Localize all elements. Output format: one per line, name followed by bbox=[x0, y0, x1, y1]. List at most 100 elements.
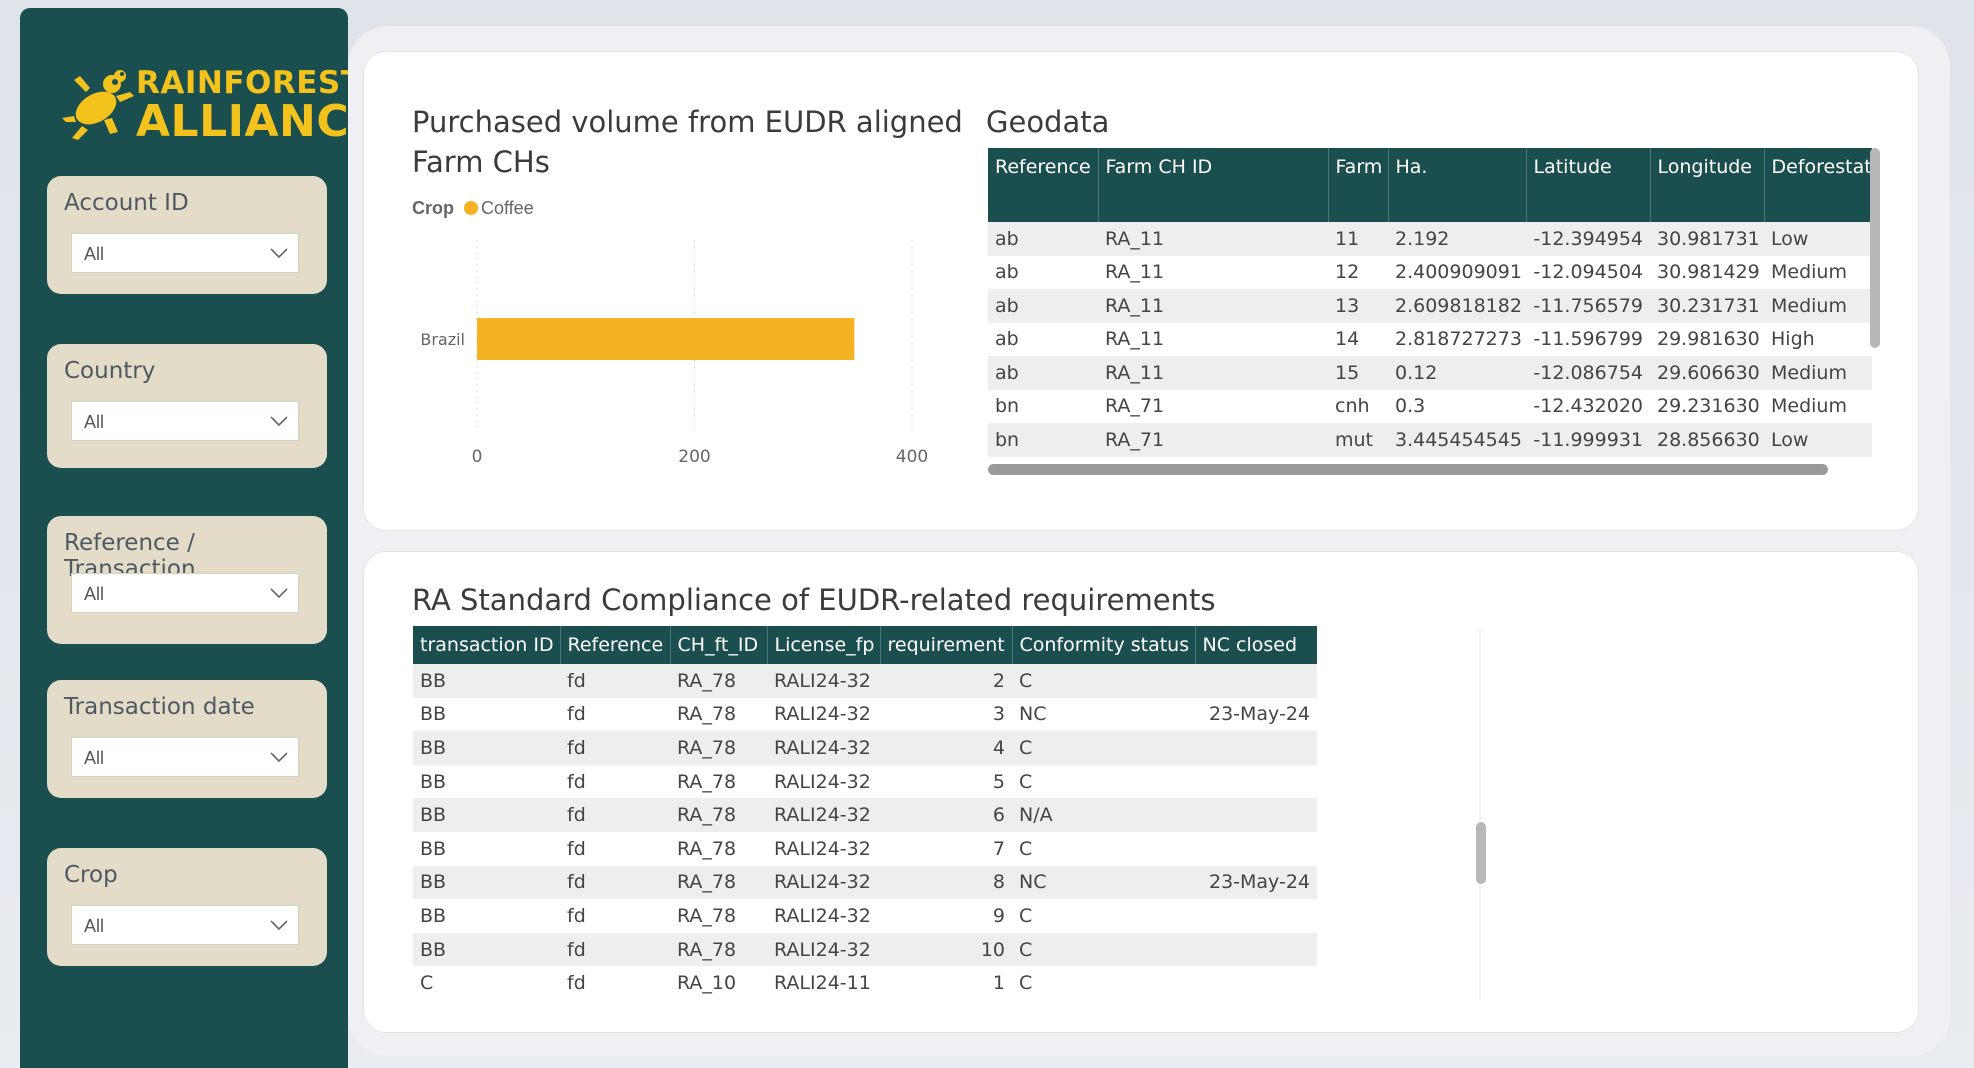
table-cell: -12.086754 bbox=[1526, 356, 1650, 390]
country-dropdown[interactable]: All bbox=[71, 401, 299, 441]
table-row[interactable]: Cfd RA_10 RALI24-11 1 C bbox=[413, 966, 1317, 1000]
transaction-date-dropdown[interactable]: All bbox=[71, 737, 299, 777]
table-row[interactable]: BB fd RA_78 RALI24-32 2 C bbox=[413, 664, 1317, 698]
table-cell: ab bbox=[995, 328, 1019, 351]
table-row[interactable]: BB fd RA_78 RALI24-32 3 NC 23-May-24 bbox=[413, 698, 1317, 732]
table-cell: 10 bbox=[880, 932, 1012, 967]
table-cell: 29.231630 bbox=[1657, 395, 1760, 418]
table-cell: BB bbox=[413, 798, 560, 832]
table-cell: RALI24-32 bbox=[767, 932, 880, 967]
compliance-title: RA Standard Compliance of EUDR-related r… bbox=[412, 583, 1216, 617]
table-cell bbox=[1195, 765, 1317, 799]
table-row[interactable]: BB fd RA_78 RALI24-32 5 C bbox=[413, 765, 1317, 799]
table-cell: fd bbox=[560, 798, 670, 832]
table-cell: RA_78 bbox=[677, 703, 737, 726]
table-row[interactable]: BB fd RA_78 RALI24-32 10 C bbox=[413, 932, 1317, 967]
table-cell: fd bbox=[560, 932, 670, 967]
account-id-dropdown[interactable]: All bbox=[71, 233, 299, 273]
table-cell: RALI24-32 bbox=[767, 731, 880, 765]
crop-dropdown[interactable]: All bbox=[71, 905, 299, 945]
table-cell: C bbox=[1019, 837, 1033, 860]
column-header[interactable]: Deforestation risk bbox=[1764, 148, 1872, 222]
table-cell: RA_11 bbox=[1098, 356, 1328, 390]
reference-transaction-dropdown[interactable]: All bbox=[71, 573, 299, 613]
column-header[interactable]: requirement bbox=[880, 626, 1013, 664]
table-row[interactable]: BB fd RA_78 RALI24-32 4 C bbox=[413, 731, 1317, 765]
column-header[interactable]: transaction ID bbox=[413, 626, 561, 664]
table-row[interactable]: ab RA_11 11 2.192 -12.394954 30.981731 Low bbox=[988, 222, 1872, 256]
bar[interactable] bbox=[477, 318, 855, 360]
table-cell: C bbox=[1019, 770, 1033, 793]
table-cell: BB bbox=[413, 731, 560, 765]
table-cell: RALI24-32 bbox=[767, 865, 880, 900]
table-cell: RALI24-32 bbox=[774, 837, 871, 860]
brand-name-line1: RAINFOREST bbox=[136, 65, 363, 101]
table-cell: 29.981630 bbox=[1657, 328, 1760, 351]
geodata-table: Reference Farm CH ID Farm Ha. Latitude Longit… bbox=[988, 148, 1872, 457]
table-row[interactable]: BB fd RA_78 RALI24-32 9 C bbox=[413, 899, 1317, 933]
x-tick-label: 200 bbox=[678, 447, 710, 467]
geodata-table-container[interactable]: Reference Farm CH ID Farm Ha. Latitude Longit… bbox=[988, 148, 1872, 476]
table-cell: 2 bbox=[880, 664, 1012, 698]
account-id-slicer: Account ID All bbox=[47, 176, 327, 294]
column-header[interactable]: Longitude bbox=[1650, 148, 1765, 222]
title-line: Farm CHs bbox=[412, 145, 550, 179]
table-row[interactable]: ab RA_11 12 2.400909091 -12.094504 30.981429 M… bbox=[988, 256, 1872, 290]
compliance-table-container[interactable]: transaction ID Reference CH_ft_ID License_f… bbox=[413, 626, 1317, 1000]
legend-title: Crop bbox=[412, 198, 454, 218]
table-row[interactable]: ab RA_11 14 2.818727273 -11.596799 29.981630 H… bbox=[988, 323, 1872, 357]
table-cell: 2.192 bbox=[1388, 222, 1526, 256]
table-cell: RA_78 bbox=[677, 904, 737, 927]
table-cell: RA_78 bbox=[670, 865, 767, 900]
table-cell: C bbox=[1012, 664, 1195, 698]
legend-item: Coffee bbox=[481, 198, 534, 218]
table-cell: bn bbox=[988, 423, 1098, 457]
dashboard-canvas: RAINFOREST ALLIANCE Account ID All Count… bbox=[0, 0, 1974, 1068]
table-cell: 28.856630 bbox=[1650, 423, 1764, 457]
table-cell: C bbox=[1019, 972, 1033, 995]
table-cell: RA_10 bbox=[677, 972, 737, 995]
table-cell: fd bbox=[567, 972, 586, 995]
table-row[interactable]: bn RA_71 mut 3.445454545 -11.999931 28.856630… bbox=[988, 423, 1872, 457]
reference-transaction-slicer: Reference / Transaction All bbox=[47, 516, 327, 644]
column-header[interactable]: Reference bbox=[988, 148, 1099, 222]
table-cell: 5 bbox=[992, 770, 1005, 793]
transaction-date-slicer: Transaction date All bbox=[47, 680, 327, 798]
column-header[interactable]: Farm CH ID bbox=[1098, 148, 1329, 222]
crop-slicer: Crop All bbox=[47, 848, 327, 966]
column-header[interactable]: CH_ft_ID bbox=[670, 626, 768, 664]
table-cell: -11.596799 bbox=[1533, 328, 1643, 351]
table-row[interactable]: BB fd RA_78 RALI24-32 7 C bbox=[413, 832, 1317, 866]
table-cell bbox=[1195, 899, 1317, 933]
table-cell: cnh bbox=[1335, 395, 1370, 418]
slicer-label: Account ID bbox=[64, 190, 189, 216]
table-cell: RA_78 bbox=[677, 770, 737, 793]
column-header[interactable]: NC closed bbox=[1195, 626, 1317, 664]
vertical-scrollbar[interactable] bbox=[1870, 148, 1880, 348]
legend-swatch bbox=[464, 201, 478, 215]
column-header[interactable]: Farm bbox=[1328, 148, 1389, 222]
table-cell: 3.445454545 bbox=[1388, 423, 1526, 457]
column-header[interactable]: Ha. bbox=[1388, 148, 1527, 222]
table-row[interactable]: ab RA_11 13 2.609818182 -11.756579 30.231731 M… bbox=[988, 289, 1872, 323]
table-row[interactable]: ab RA_11 15 0.12 -12.086754 29.606630 Medium bbox=[988, 356, 1872, 390]
table-cell: RA_78 bbox=[677, 837, 737, 860]
table-cell: 9 bbox=[992, 904, 1005, 927]
vertical-scrollbar[interactable] bbox=[1476, 822, 1486, 884]
volume-bar-chart: 0 200 400 Brazil bbox=[420, 240, 928, 467]
table-row[interactable]: bn RA_71 cnh 0.3 -12.432020 29.231630 Medium bbox=[988, 390, 1872, 424]
table-cell: RA_78 bbox=[670, 731, 767, 765]
column-header[interactable]: Conformity status bbox=[1012, 626, 1196, 664]
column-header[interactable]: Latitude bbox=[1526, 148, 1651, 222]
table-cell: RALI24-11 bbox=[774, 972, 871, 995]
horizontal-scrollbar[interactable] bbox=[988, 464, 1828, 475]
column-header[interactable]: License_fp bbox=[767, 626, 881, 664]
column-header[interactable]: Reference bbox=[560, 626, 671, 664]
table-cell: RA_78 bbox=[670, 664, 767, 698]
table-row[interactable]: BB fd RA_78 RALI24-32 6 N/A bbox=[413, 798, 1317, 832]
table-cell: 23-May-24 bbox=[1195, 865, 1317, 900]
table-cell: 0.3 bbox=[1395, 395, 1426, 418]
chevron-down-icon bbox=[270, 416, 288, 427]
table-cell: NC bbox=[1012, 865, 1195, 900]
table-row[interactable]: BB fd RA_78 RALI24-32 8 NC 23-May-24 bbox=[413, 865, 1317, 900]
